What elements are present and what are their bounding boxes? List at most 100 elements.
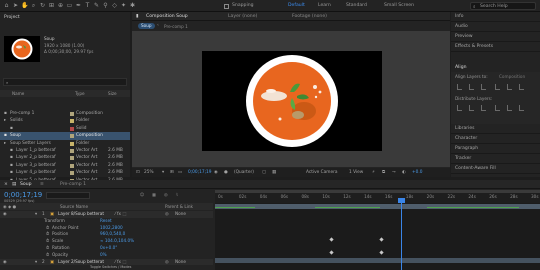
project-item-row[interactable]: ▪ Layer 3_p betteraf Vector Art 2.6 MB xyxy=(0,162,130,169)
column-size[interactable]: Size xyxy=(108,91,117,96)
column-parent[interactable]: Parent & Link xyxy=(165,204,193,209)
camera-tool-icon[interactable]: ⊞ xyxy=(48,2,55,9)
transparency-grid-icon[interactable]: ▦ xyxy=(272,170,276,175)
always-preview-icon[interactable]: ⊡ xyxy=(136,170,140,175)
panel-tracker[interactable]: Tracker xyxy=(451,154,540,164)
align-title[interactable]: Align xyxy=(455,65,467,70)
snapshot-icon[interactable]: ◉ xyxy=(214,170,218,175)
clone-stamp-tool-icon[interactable]: ⚲ xyxy=(102,2,109,9)
layer-2-track[interactable] xyxy=(215,258,540,263)
label-color-swatch[interactable] xyxy=(70,119,74,124)
rotate-tool-icon[interactable]: ↻ xyxy=(39,2,46,9)
opacity-keyframe-2[interactable] xyxy=(379,250,384,255)
work-area-bar[interactable] xyxy=(215,190,540,193)
close-icon[interactable]: × xyxy=(4,182,8,187)
visibility-eye-icon[interactable]: ◉ xyxy=(3,211,7,218)
stopwatch-icon[interactable]: ⏱ xyxy=(46,245,49,252)
align-vcenter-icon[interactable] xyxy=(507,84,512,90)
label-color-swatch[interactable] xyxy=(70,171,74,176)
help-search-box[interactable]: ⌕ Search Help xyxy=(470,2,536,10)
timeline-property-row[interactable]: ⏱ Rotation 0x+0.0° xyxy=(0,245,213,252)
panel-content-aware-fill[interactable]: Content-Aware Fill xyxy=(451,164,540,174)
roto-brush-tool-icon[interactable]: ✦ xyxy=(120,2,127,9)
distribute-vcenter-icon[interactable] xyxy=(469,105,474,111)
column-source-name[interactable]: Source Name xyxy=(60,204,88,209)
fast-previews-icon[interactable]: ⚡ xyxy=(372,170,375,175)
timeline-property-row[interactable]: ⏱ Position 960,0,540,0 xyxy=(0,231,213,238)
layer-switches-icon[interactable]: ⁄ fx ⬚ xyxy=(115,211,126,218)
panel-character[interactable]: Character xyxy=(451,134,540,144)
lock-icon[interactable]: ▮ xyxy=(136,14,139,19)
exposure-value[interactable]: +0.0 xyxy=(412,170,422,175)
label-color-swatch[interactable] xyxy=(70,163,74,168)
project-search-input[interactable]: ⌕ xyxy=(3,78,127,86)
align-hcenter-icon[interactable] xyxy=(469,84,474,90)
project-item-row[interactable]: ▪ Pre-comp 1 Composition xyxy=(0,110,130,117)
breadcrumb-soup[interactable]: Soup xyxy=(138,23,155,29)
chevron-down-icon[interactable]: ▾ xyxy=(162,170,164,175)
workspace-standard[interactable]: Standard xyxy=(346,3,367,8)
label-color-swatch[interactable] xyxy=(70,112,74,116)
timeline-property-row[interactable]: ⏱ Scale ∞ 104.0,104.0% xyxy=(0,238,213,245)
align-bottom-icon[interactable] xyxy=(519,84,524,90)
time-ruler[interactable]: 0s 02s 04s 06s 08s 10s 12s 14s 16s 18s 20s 22s 24s 26… xyxy=(215,190,540,203)
resolution-dropdown[interactable]: (Quarter) xyxy=(234,170,254,175)
timeline-timecode[interactable]: 0;00;17;19 xyxy=(4,191,42,199)
parent-pickwhip-icon[interactable]: ◎ xyxy=(165,259,169,266)
label-color-swatch[interactable] xyxy=(70,149,74,153)
panel-audio[interactable]: Audio xyxy=(451,22,540,32)
property-value[interactable]: 0% xyxy=(100,252,107,259)
show-channel-icon[interactable]: ● xyxy=(224,170,228,175)
opacity-keyframe-1[interactable] xyxy=(329,250,334,255)
composition-viewer[interactable] xyxy=(132,31,450,167)
distribute-bottom-icon[interactable] xyxy=(481,105,486,111)
project-item-row[interactable]: ▸ Soup Setter Layers Folder xyxy=(0,140,130,147)
panel-info[interactable]: Info xyxy=(451,12,540,22)
workspace-learn[interactable]: Learn xyxy=(318,3,331,8)
property-value[interactable]: Reset xyxy=(100,218,112,225)
align-top-icon[interactable] xyxy=(495,84,500,90)
footage-tab[interactable]: Footage (none) xyxy=(292,14,327,19)
align-to-dropdown[interactable]: Composition xyxy=(499,74,525,79)
panel-preview[interactable]: Preview xyxy=(451,32,540,42)
mask-visibility-icon[interactable]: ▭ xyxy=(178,170,182,175)
panel-libraries[interactable]: Libraries xyxy=(451,124,540,134)
pan-behind-tool-icon[interactable]: ⊕ xyxy=(57,2,64,9)
distribute-top-icon[interactable] xyxy=(457,105,462,111)
breadcrumb-precomp[interactable]: Pre-comp 1 xyxy=(164,24,188,29)
layer-tab[interactable]: Layer (none) xyxy=(228,14,257,19)
timeline-property-row[interactable]: Transform Reset xyxy=(0,218,213,225)
property-value[interactable]: 1002,2800 xyxy=(100,225,123,232)
layer-name[interactable]: Layer 8/Soup betterat xyxy=(58,211,104,218)
parent-pickwhip-icon[interactable]: ◎ xyxy=(165,211,169,218)
type-tool-icon[interactable]: T xyxy=(84,2,91,9)
pen-tool-icon[interactable]: ✒ xyxy=(75,2,82,9)
menu-icon[interactable]: ≡ xyxy=(40,182,44,187)
timeline-link-icon[interactable]: ⧉ xyxy=(382,170,385,175)
project-item-row[interactable]: ▪ Layer 1_p betteraf Vector Art 2.6 MB xyxy=(0,147,130,154)
column-type[interactable]: Type xyxy=(75,91,85,96)
flowchart-icon[interactable]: ⊸ xyxy=(392,170,396,175)
timeline-layer-row[interactable]: ◉ ▾ 1 ▣ Layer 8/Soup betterat ⁄ fx ⬚ ◎ None xyxy=(0,211,213,218)
workspace-default[interactable]: Default xyxy=(288,3,305,8)
property-value[interactable]: 960,0,540,0 xyxy=(100,231,125,238)
scale-keyframe-1[interactable] xyxy=(329,236,334,242)
timeline-tab-precomp[interactable]: Pre-comp 1 xyxy=(60,182,86,187)
rectangle-tool-icon[interactable]: ▭ xyxy=(66,2,73,9)
workspace-small-screen[interactable]: Small Screen xyxy=(384,3,414,8)
label-color-swatch[interactable] xyxy=(70,134,74,139)
distribute-right-icon[interactable] xyxy=(519,105,524,111)
parent-dropdown[interactable]: None xyxy=(175,259,186,266)
timeline-search-input[interactable] xyxy=(46,192,90,199)
region-of-interest-icon[interactable]: ▢ xyxy=(262,170,266,175)
composition-tab[interactable]: Composition Soup xyxy=(146,14,188,19)
snapping-checkbox[interactable] xyxy=(224,3,229,9)
frame-blending-icon[interactable]: ▦ xyxy=(152,192,156,197)
expand-twirl-icon[interactable]: ▾ xyxy=(35,211,37,218)
project-item-row[interactable]: ▪ Layer 4_p betteraf Vector Art 2.6 MB xyxy=(0,169,130,176)
panel-paragraph[interactable]: Paragraph xyxy=(451,144,540,154)
align-right-icon[interactable] xyxy=(481,84,486,90)
zoom-tool-icon[interactable]: ⌕ xyxy=(30,2,37,9)
camera-dropdown[interactable]: Active Camera xyxy=(306,170,338,175)
timeline-property-row[interactable]: ⏱ Anchor Point 1002,2800 xyxy=(0,225,213,232)
